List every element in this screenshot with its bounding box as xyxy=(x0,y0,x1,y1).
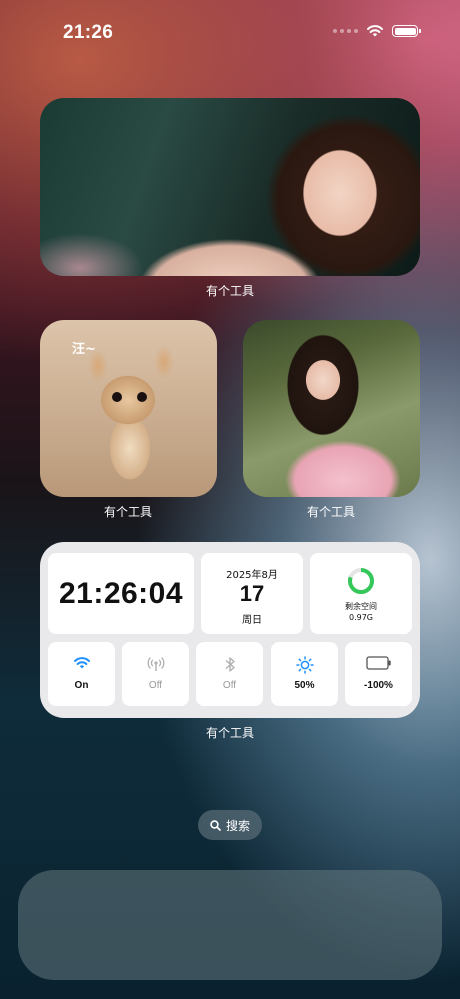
photo-widget-girl[interactable] xyxy=(243,320,420,497)
sun-icon xyxy=(295,656,314,674)
dog-eye-left xyxy=(112,392,122,402)
widget-label-dog: 有个工具 xyxy=(103,505,152,519)
search-button[interactable]: 搜索 xyxy=(198,810,262,840)
search-label: 搜索 xyxy=(225,818,250,833)
status-indicators xyxy=(333,24,421,38)
storage-value: 0.97G xyxy=(348,613,373,622)
brightness-toggle[interactable]: 50% xyxy=(271,642,338,706)
date-weekday: 周日 xyxy=(242,615,262,626)
battery-toggle-label: -100% xyxy=(364,680,393,691)
clock-tile: 21:26:04 xyxy=(48,553,194,634)
antenna-icon xyxy=(147,657,164,671)
storage-tile: 剩余空间 0.97G xyxy=(310,553,412,634)
wifi-status-icon xyxy=(367,25,383,37)
battery-status-icon xyxy=(392,25,421,37)
dock xyxy=(18,870,442,980)
widget-label-top: 有个工具 xyxy=(205,284,254,298)
battery-toggle[interactable]: -100% xyxy=(345,642,412,706)
wifi-icon xyxy=(73,657,90,669)
battery-icon xyxy=(365,656,391,670)
wifi-toggle-label: On xyxy=(74,680,89,691)
status-bar: 21:26 xyxy=(0,0,460,60)
wifi-toggle[interactable]: On xyxy=(48,642,115,706)
date-day: 17 xyxy=(239,581,265,606)
date-year-month: 2025年8月 xyxy=(226,570,278,581)
status-time: 21:26 xyxy=(63,22,114,43)
photo-widget-top[interactable] xyxy=(40,98,420,276)
date-tile: 2025年8月 17 周日 xyxy=(201,553,303,634)
bluetooth-icon xyxy=(225,657,235,672)
photo-widget-dog[interactable]: 汪~ xyxy=(40,320,217,497)
widget-label-info: 有个工具 xyxy=(205,726,254,740)
info-widget[interactable]: 21:26:04 2025年8月 17 周日 剩余空间 0.97G On Off… xyxy=(40,542,420,718)
cellular-toggle-label: Off xyxy=(148,680,163,691)
storage-ring-icon xyxy=(348,568,374,594)
search-icon xyxy=(210,819,221,831)
bluetooth-toggle[interactable]: Off xyxy=(196,642,263,706)
signal-dots-icon xyxy=(333,29,358,33)
widget-label-girl: 有个工具 xyxy=(306,505,355,519)
clock-text: 21:26:04 xyxy=(58,576,184,610)
dog-overlay-text: 汪~ xyxy=(72,342,96,357)
brightness-toggle-label: 50% xyxy=(294,680,315,691)
bluetooth-toggle-label: Off xyxy=(222,680,237,691)
dog-eye-right xyxy=(137,392,147,402)
storage-label: 剩余空间 xyxy=(345,602,377,611)
cellular-toggle[interactable]: Off xyxy=(122,642,189,706)
